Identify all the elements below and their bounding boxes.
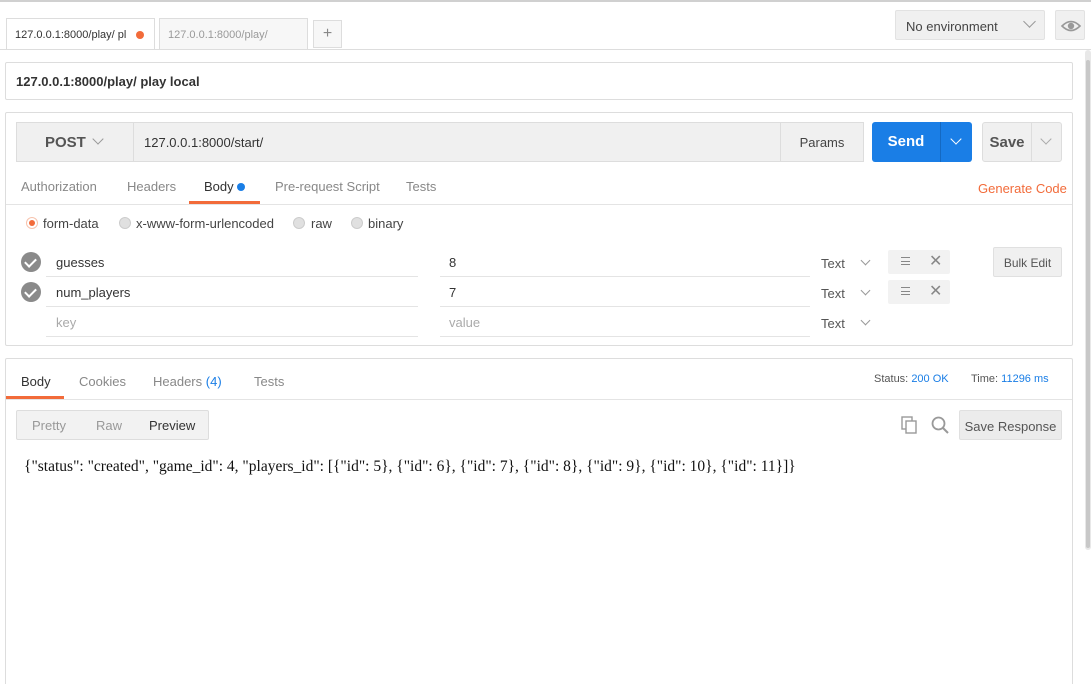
tab-pre-request-script[interactable]: Pre-request Script bbox=[275, 179, 380, 194]
row-actions: ✕ bbox=[888, 250, 950, 274]
tab-authorization[interactable]: Authorization bbox=[21, 179, 97, 194]
status-label: Status: bbox=[874, 373, 909, 385]
environment-quick-look-button[interactable] bbox=[1055, 10, 1085, 40]
divider bbox=[440, 306, 810, 307]
view-pretty-button[interactable]: Pretty bbox=[32, 418, 66, 433]
radio-label-urlencoded[interactable]: x-www-form-urlencoded bbox=[136, 216, 274, 231]
save-button[interactable]: Save bbox=[982, 122, 1032, 162]
body-indicator-dot-icon bbox=[237, 183, 245, 191]
divider bbox=[46, 306, 418, 307]
search-icon[interactable] bbox=[930, 415, 950, 435]
new-key-input[interactable]: key bbox=[56, 315, 76, 330]
response-panel bbox=[5, 358, 1073, 684]
close-icon[interactable]: ✕ bbox=[929, 281, 942, 301]
view-preview-button[interactable]: Preview bbox=[149, 418, 195, 433]
chevron-down-icon bbox=[1023, 15, 1036, 28]
time-label: Time: bbox=[971, 373, 999, 385]
tab-body[interactable]: Body bbox=[204, 179, 234, 194]
send-options-button[interactable] bbox=[940, 122, 972, 162]
response-tab-headers[interactable]: Headers (4) bbox=[153, 374, 222, 389]
request-name[interactable]: 127.0.0.1:8000/play/ play local bbox=[5, 62, 1073, 100]
response-tab-body[interactable]: Body bbox=[21, 374, 51, 389]
time-value: 11296 ms bbox=[1001, 373, 1049, 385]
radio-label-binary[interactable]: binary bbox=[368, 216, 403, 231]
chevron-down-icon bbox=[1040, 133, 1052, 145]
status-value: 200 OK bbox=[911, 373, 949, 385]
request-tab[interactable]: 127.0.0.1:8000/play/ bbox=[159, 18, 308, 49]
form-value-input[interactable]: 7 bbox=[449, 285, 456, 300]
copy-icon[interactable] bbox=[901, 416, 918, 434]
close-icon[interactable]: ✕ bbox=[929, 251, 942, 271]
form-value-input[interactable]: 8 bbox=[449, 255, 456, 270]
new-value-input[interactable]: value bbox=[449, 315, 480, 330]
chevron-down-icon bbox=[92, 133, 104, 145]
radio-form-data[interactable] bbox=[26, 217, 38, 229]
row-enabled-checkbox[interactable] bbox=[21, 282, 41, 302]
environment-select-value: No environment bbox=[906, 19, 998, 34]
form-key-input[interactable]: guesses bbox=[56, 255, 104, 270]
request-tab-label: 127.0.0.1:8000/play/ pl bbox=[15, 29, 127, 41]
eye-icon bbox=[1060, 20, 1082, 32]
radio-label-form-data[interactable]: form-data bbox=[43, 216, 99, 231]
radio-binary[interactable] bbox=[351, 217, 363, 229]
headers-count-badge: (4) bbox=[205, 374, 222, 389]
add-tab-button[interactable]: + bbox=[313, 20, 342, 48]
tab-headers[interactable]: Headers bbox=[127, 179, 176, 194]
response-tab-headers-label: Headers bbox=[153, 374, 203, 389]
form-type-select[interactable]: Text bbox=[821, 286, 845, 301]
send-button[interactable]: Send bbox=[872, 122, 940, 162]
row-actions: ✕ bbox=[888, 280, 950, 304]
form-type-select[interactable]: Text bbox=[821, 316, 845, 331]
save-response-button[interactable]: Save Response bbox=[959, 410, 1062, 440]
divider bbox=[46, 276, 418, 277]
generate-code-link[interactable]: Generate Code bbox=[978, 181, 1067, 196]
response-time: Time: 11296 ms bbox=[971, 373, 1049, 385]
unsaved-dot-icon bbox=[136, 31, 144, 39]
request-tab-label: 127.0.0.1:8000/play/ bbox=[168, 29, 268, 41]
form-key-input[interactable]: num_players bbox=[56, 285, 130, 300]
divider bbox=[46, 336, 418, 337]
response-body-preview: {"status": "created", "game_id": 4, "pla… bbox=[24, 458, 796, 475]
save-options-button[interactable] bbox=[1031, 122, 1062, 162]
view-raw-button[interactable]: Raw bbox=[96, 418, 122, 433]
reorder-icon[interactable] bbox=[901, 257, 910, 265]
row-enabled-checkbox[interactable] bbox=[21, 252, 41, 272]
response-status: Status: 200 OK bbox=[874, 373, 949, 385]
tab-tests[interactable]: Tests bbox=[406, 179, 436, 194]
radio-label-raw[interactable]: raw bbox=[311, 216, 332, 231]
bulk-edit-button[interactable]: Bulk Edit bbox=[993, 247, 1062, 277]
divider bbox=[0, 49, 1091, 50]
scrollbar-thumb[interactable] bbox=[1086, 60, 1090, 548]
divider bbox=[440, 336, 810, 337]
divider bbox=[6, 204, 1072, 205]
url-input[interactable]: 127.0.0.1:8000/start/ bbox=[133, 122, 781, 162]
radio-urlencoded[interactable] bbox=[119, 217, 131, 229]
chevron-down-icon bbox=[950, 133, 962, 145]
method-select-value: POST bbox=[45, 134, 86, 151]
divider bbox=[440, 276, 810, 277]
environment-select[interactable]: No environment bbox=[895, 10, 1045, 40]
divider bbox=[6, 399, 1072, 400]
form-type-select[interactable]: Text bbox=[821, 256, 845, 271]
reorder-icon[interactable] bbox=[901, 287, 910, 295]
params-button[interactable]: Params bbox=[780, 122, 864, 162]
response-tab-tests[interactable]: Tests bbox=[254, 374, 284, 389]
response-tab-cookies[interactable]: Cookies bbox=[79, 374, 126, 389]
method-select[interactable]: POST bbox=[16, 122, 133, 162]
radio-raw[interactable] bbox=[293, 217, 305, 229]
request-tab-active[interactable]: 127.0.0.1:8000/play/ pl bbox=[6, 18, 155, 49]
